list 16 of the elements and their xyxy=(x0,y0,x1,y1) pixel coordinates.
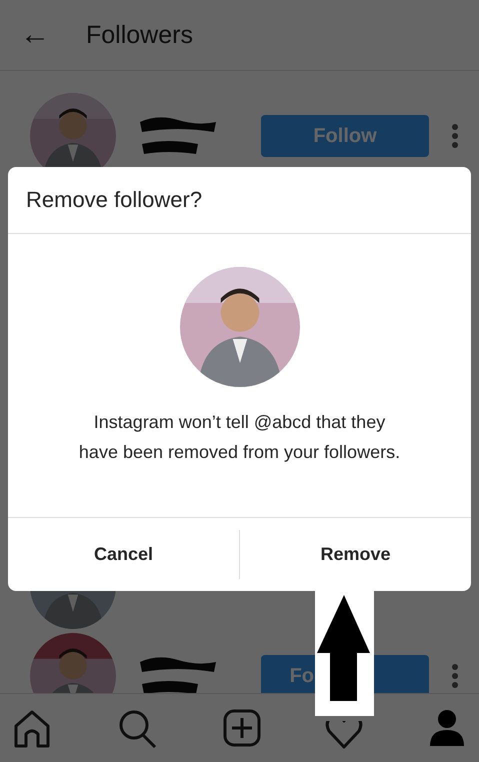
button-fragment xyxy=(374,654,429,694)
search-icon[interactable] xyxy=(116,708,157,748)
add-icon[interactable] xyxy=(222,708,262,748)
back-button[interactable]: ← xyxy=(20,20,50,50)
follow-button[interactable]: Follow xyxy=(261,114,429,157)
heart-icon[interactable] xyxy=(324,721,364,752)
more-icon[interactable] xyxy=(451,122,459,149)
remove-button[interactable]: Remove xyxy=(240,518,471,591)
dialog-message: Instagram won’t tell @abcd that they have been removed from your followers. xyxy=(78,411,402,464)
dialog-title: Remove follower? xyxy=(8,167,471,234)
more-icon[interactable] xyxy=(451,662,459,689)
profile-icon[interactable] xyxy=(427,708,467,748)
page-title: Followers xyxy=(86,20,193,50)
follow-button[interactable]: Fo xyxy=(261,654,315,694)
cancel-button[interactable]: Cancel xyxy=(8,518,239,591)
home-icon[interactable] xyxy=(12,708,52,748)
